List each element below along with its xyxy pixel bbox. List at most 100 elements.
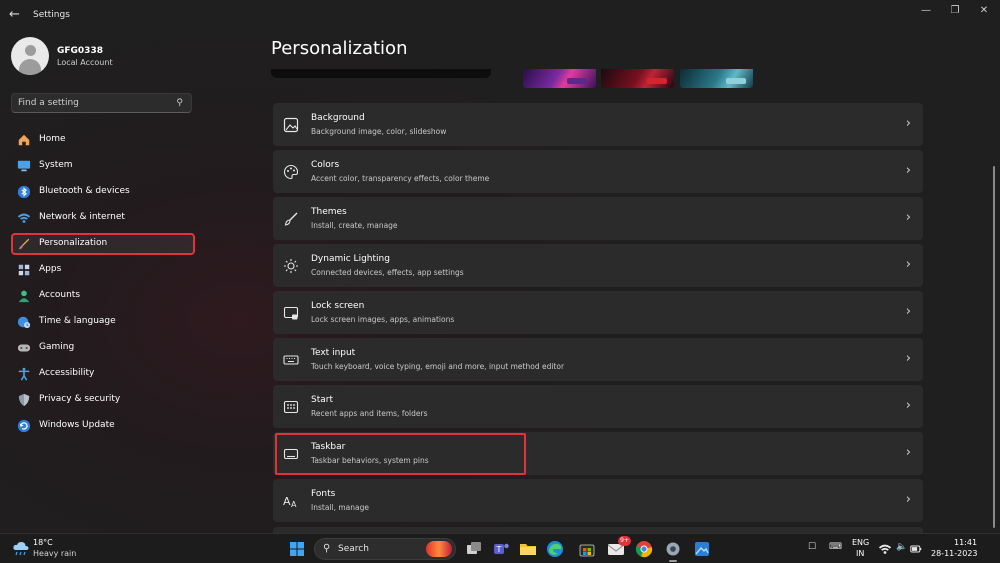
scrollbar[interactable] xyxy=(993,166,995,528)
settings-row-start[interactable]: Start Recent apps and items, folders › xyxy=(273,385,923,428)
row-subtitle: Install, manage xyxy=(311,503,369,512)
settings-row-background[interactable]: Background Background image, color, slid… xyxy=(273,103,923,146)
rain-cloud-icon[interactable] xyxy=(12,540,30,556)
sidebar-item-label: Privacy & security xyxy=(39,394,121,404)
avatar-head-shape xyxy=(25,45,36,56)
row-title: Dynamic Lighting xyxy=(311,254,390,264)
wifi-tray-icon[interactable] xyxy=(878,542,892,556)
language-indicator[interactable]: ENG xyxy=(852,538,869,547)
file-explorer-icon[interactable] xyxy=(518,539,538,559)
chrome-icon[interactable] xyxy=(634,539,654,559)
search-input[interactable]: Find a setting ⚲ xyxy=(11,93,192,113)
sidebar-item-system[interactable]: System xyxy=(11,155,195,177)
settings-row-lock-screen[interactable]: Lock screen Lock screen images, apps, an… xyxy=(273,291,923,334)
settings-gear-icon[interactable] xyxy=(663,539,683,559)
photos-icon[interactable] xyxy=(692,539,712,559)
chevron-right-icon: › xyxy=(905,163,911,178)
row-subtitle: Recent apps and items, folders xyxy=(311,409,428,418)
chevron-right-icon: › xyxy=(905,257,911,272)
monitor-icon xyxy=(17,160,31,172)
store-icon[interactable] xyxy=(577,539,597,559)
avatar[interactable] xyxy=(11,37,49,75)
sidebar-item-label: System xyxy=(39,160,73,170)
settings-row-colors[interactable]: Colors Accent color, transparency effect… xyxy=(273,150,923,193)
user-name: GFG0338 xyxy=(57,46,103,56)
settings-row-dynamic-lighting[interactable]: Dynamic Lighting Connected devices, effe… xyxy=(273,244,923,287)
settings-row-fonts[interactable]: AA Fonts Install, manage › xyxy=(273,479,923,522)
fonts-icon: AA xyxy=(283,495,297,509)
row-subtitle: Touch keyboard, voice typing, emoji and … xyxy=(311,362,565,371)
chevron-right-icon: › xyxy=(905,210,911,225)
battery-icon[interactable] xyxy=(910,543,922,555)
person-icon xyxy=(18,290,30,303)
svg-text:T: T xyxy=(496,545,502,554)
row-title: Text input xyxy=(311,348,356,358)
sidebar-item-label: Windows Update xyxy=(39,420,115,430)
windows-start-icon[interactable] xyxy=(287,539,307,559)
row-title: Start xyxy=(311,395,333,405)
sidebar-item-accessibility[interactable]: Accessibility xyxy=(11,363,195,385)
row-title: Colors xyxy=(311,160,340,170)
sidebar-item-windows-update[interactable]: Windows Update xyxy=(11,415,195,437)
theme-thumbnail[interactable] xyxy=(523,69,596,88)
sidebar-item-label: Network & internet xyxy=(39,212,125,222)
svg-text:A: A xyxy=(291,500,297,509)
back-arrow-icon[interactable]: ← xyxy=(9,8,23,22)
active-app-indicator xyxy=(669,560,677,562)
sun-icon xyxy=(284,259,298,273)
shield-icon xyxy=(18,393,30,407)
sidebar-item-privacy[interactable]: Privacy & security xyxy=(11,389,195,411)
clock-time[interactable]: 11:41 xyxy=(954,538,977,547)
gamepad-icon xyxy=(17,344,31,352)
teams-icon[interactable]: T xyxy=(491,539,511,559)
sidebar-item-gaming[interactable]: Gaming xyxy=(11,337,195,359)
sidebar-item-personalization[interactable]: Personalization xyxy=(11,233,195,255)
accessibility-icon xyxy=(18,367,30,381)
sidebar-item-label: Personalization xyxy=(39,238,108,248)
volume-icon[interactable]: 🔈 xyxy=(896,542,907,552)
search-placeholder: Find a setting xyxy=(18,98,79,108)
language-region: IN xyxy=(856,549,865,558)
row-title: Background xyxy=(311,113,365,123)
close-button[interactable]: ✕ xyxy=(972,4,996,18)
app-title: Settings xyxy=(33,10,70,20)
minimize-button[interactable]: — xyxy=(914,4,938,18)
lock-screen-icon xyxy=(283,306,299,320)
globe-clock-icon xyxy=(17,316,31,329)
chevron-right-icon: › xyxy=(905,116,911,131)
theme-thumbnail[interactable] xyxy=(680,69,753,88)
update-icon xyxy=(17,419,31,433)
row-subtitle: Connected devices, effects, app settings xyxy=(311,268,464,277)
sidebar-item-label: Accessibility xyxy=(39,368,95,378)
sidebar-item-network[interactable]: Network & internet xyxy=(11,207,195,229)
row-subtitle: Lock screen images, apps, animations xyxy=(311,315,455,324)
meet-now-icon[interactable]: ☐ xyxy=(808,542,816,552)
sidebar-item-bluetooth[interactable]: Bluetooth & devices xyxy=(11,181,195,203)
edge-icon[interactable] xyxy=(545,539,565,559)
sidebar-item-time-language[interactable]: Time & language xyxy=(11,311,195,333)
row-title: Lock screen xyxy=(311,301,365,311)
row-subtitle: Accent color, transparency effects, colo… xyxy=(311,174,490,183)
row-subtitle: Background image, color, slideshow xyxy=(311,127,447,136)
wifi-icon xyxy=(17,213,31,223)
sidebar-item-label: Bluetooth & devices xyxy=(39,186,130,196)
chevron-right-icon: › xyxy=(905,398,911,413)
task-view-icon[interactable] xyxy=(464,539,484,559)
keyboard-tray-icon[interactable]: ⌨ xyxy=(829,542,842,552)
title-bar: ← Settings — ❐ ✕ xyxy=(0,0,1000,32)
row-title: Themes xyxy=(311,207,347,217)
maximize-button[interactable]: ❐ xyxy=(943,4,967,18)
svg-text:A: A xyxy=(283,495,291,508)
taskbar-search-box[interactable]: ⚲ Search xyxy=(314,538,456,560)
clock-date[interactable]: 28-11-2023 xyxy=(931,549,978,558)
theme-thumbnail[interactable] xyxy=(601,69,674,88)
row-subtitle: Install, create, manage xyxy=(311,221,398,230)
sidebar-item-home[interactable]: Home xyxy=(11,129,195,151)
image-icon xyxy=(283,117,299,133)
sidebar-item-apps[interactable]: Apps xyxy=(11,259,195,281)
search-icon: ⚲ xyxy=(323,543,331,554)
settings-row-themes[interactable]: Themes Install, create, manage › xyxy=(273,197,923,240)
settings-row-text-input[interactable]: Text input Touch keyboard, voice typing,… xyxy=(273,338,923,381)
keyboard-icon xyxy=(283,355,299,365)
sidebar-item-accounts[interactable]: Accounts xyxy=(11,285,195,307)
